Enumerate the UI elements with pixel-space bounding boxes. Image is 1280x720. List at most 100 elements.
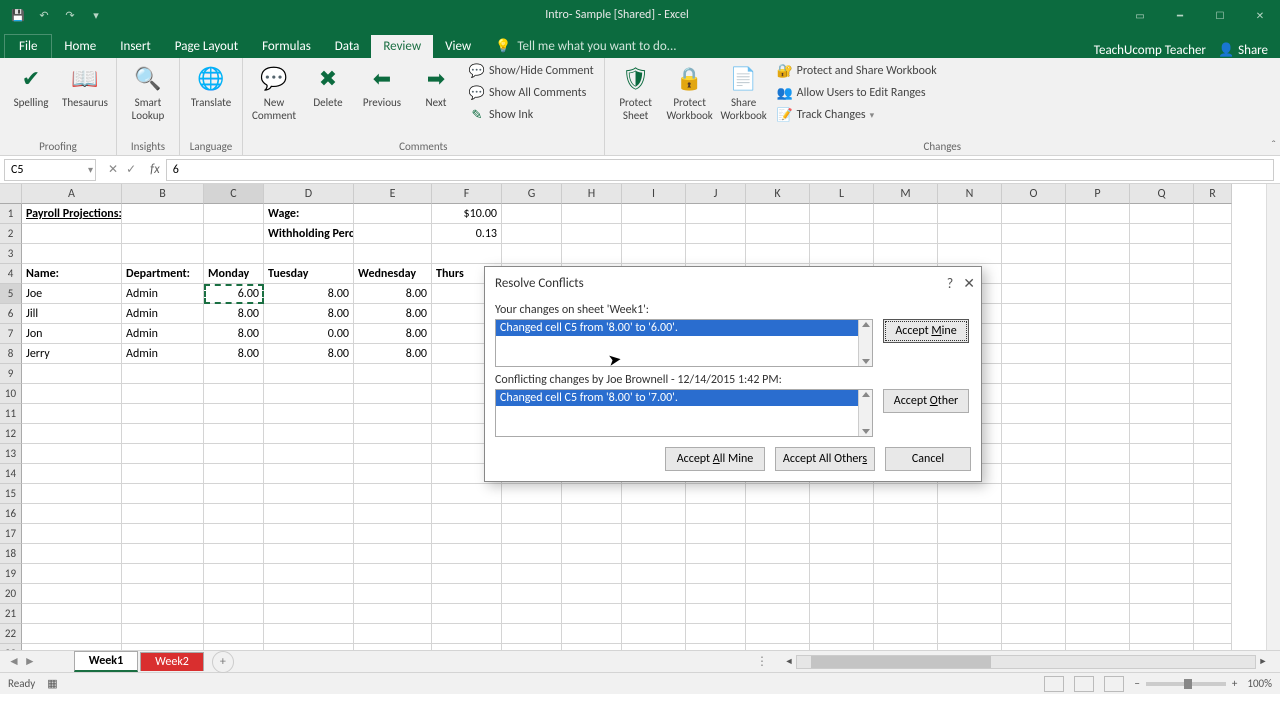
cell-N16[interactable]	[938, 504, 1002, 524]
cell-Q2[interactable]	[1130, 224, 1194, 244]
cell-I15[interactable]	[622, 484, 686, 504]
cell-F21[interactable]	[432, 604, 502, 624]
col-header-K[interactable]: K	[746, 184, 810, 204]
cell-E21[interactable]	[354, 604, 432, 624]
cell-C23[interactable]	[204, 644, 264, 650]
cell-G22[interactable]	[502, 624, 562, 644]
cell-O15[interactable]	[1002, 484, 1066, 504]
dialog-help-icon[interactable]: ?	[947, 275, 954, 292]
cell-A19[interactable]	[22, 564, 122, 584]
chevron-down-icon[interactable]: ▾	[88, 163, 93, 176]
cell-K22[interactable]	[746, 624, 810, 644]
cell-A23[interactable]	[22, 644, 122, 650]
cell-B10[interactable]	[122, 384, 204, 404]
cell-P9[interactable]	[1066, 364, 1130, 384]
cell-C9[interactable]	[204, 364, 264, 384]
cell-D10[interactable]	[264, 384, 354, 404]
cell-M2[interactable]	[874, 224, 938, 244]
cell-C20[interactable]	[204, 584, 264, 604]
cell-P20[interactable]	[1066, 584, 1130, 604]
cell-A11[interactable]	[22, 404, 122, 424]
cell-B19[interactable]	[122, 564, 204, 584]
cell-C10[interactable]	[204, 384, 264, 404]
row-header-4[interactable]: 4	[0, 264, 22, 284]
row-header-22[interactable]: 22	[0, 624, 22, 644]
macro-record-icon[interactable]: ▦	[47, 677, 57, 690]
cell-K3[interactable]	[746, 244, 810, 264]
cell-O9[interactable]	[1002, 364, 1066, 384]
cell-A18[interactable]	[22, 544, 122, 564]
col-header-O[interactable]: O	[1002, 184, 1066, 204]
cell-G17[interactable]	[502, 524, 562, 544]
scroll-right-icon[interactable]: ►	[1256, 655, 1270, 669]
cell-Q3[interactable]	[1130, 244, 1194, 264]
cell-L17[interactable]	[810, 524, 874, 544]
share-workbook-button[interactable]: 📄Share Workbook	[719, 60, 769, 124]
cell-I23[interactable]	[622, 644, 686, 650]
cell-K15[interactable]	[746, 484, 810, 504]
cell-A6[interactable]: Jill	[22, 304, 122, 324]
cell-L19[interactable]	[810, 564, 874, 584]
cell-Q5[interactable]	[1130, 284, 1194, 304]
cell-O23[interactable]	[1002, 644, 1066, 650]
tab-home[interactable]: Home	[52, 35, 108, 58]
zoom-in-icon[interactable]: +	[1232, 677, 1237, 690]
cell-J16[interactable]	[686, 504, 746, 524]
cell-R1[interactable]	[1194, 204, 1232, 224]
cell-D5[interactable]: 8.00	[264, 284, 354, 304]
cell-C14[interactable]	[204, 464, 264, 484]
your-change-item[interactable]: Changed cell C5 from '8.00' to '6.00'.	[496, 320, 872, 336]
cell-P11[interactable]	[1066, 404, 1130, 424]
cell-O10[interactable]	[1002, 384, 1066, 404]
cell-R3[interactable]	[1194, 244, 1232, 264]
accept-other-button[interactable]: Accept Other	[883, 389, 969, 413]
cell-D2[interactable]: Withholding Percentage:	[264, 224, 354, 244]
cell-I20[interactable]	[622, 584, 686, 604]
row-header-1[interactable]: 1	[0, 204, 22, 224]
cell-O19[interactable]	[1002, 564, 1066, 584]
cell-E4[interactable]: Wednesday	[354, 264, 432, 284]
cell-Q1[interactable]	[1130, 204, 1194, 224]
cell-R13[interactable]	[1194, 444, 1232, 464]
delete-comment-button[interactable]: ✖Delete	[303, 60, 353, 111]
cell-I17[interactable]	[622, 524, 686, 544]
show-hide-comment-button[interactable]: 💬Show/Hide Comment	[465, 60, 598, 82]
cell-B4[interactable]: Department:	[122, 264, 204, 284]
cell-Q6[interactable]	[1130, 304, 1194, 324]
cell-I19[interactable]	[622, 564, 686, 584]
cell-P7[interactable]	[1066, 324, 1130, 344]
cell-F17[interactable]	[432, 524, 502, 544]
cell-B14[interactable]	[122, 464, 204, 484]
cell-P5[interactable]	[1066, 284, 1130, 304]
cell-M17[interactable]	[874, 524, 938, 544]
cell-Q22[interactable]	[1130, 624, 1194, 644]
cell-J18[interactable]	[686, 544, 746, 564]
cell-H19[interactable]	[562, 564, 622, 584]
cell-K19[interactable]	[746, 564, 810, 584]
sheet-tab-week1[interactable]: Week1	[74, 651, 138, 672]
cell-E17[interactable]	[354, 524, 432, 544]
add-sheet-button[interactable]: +	[212, 651, 234, 673]
cell-N23[interactable]	[938, 644, 1002, 650]
cell-P3[interactable]	[1066, 244, 1130, 264]
cell-N20[interactable]	[938, 584, 1002, 604]
cell-A13[interactable]	[22, 444, 122, 464]
tab-data[interactable]: Data	[323, 35, 372, 58]
cell-O1[interactable]	[1002, 204, 1066, 224]
cell-K2[interactable]	[746, 224, 810, 244]
cell-C15[interactable]	[204, 484, 264, 504]
cell-D14[interactable]	[264, 464, 354, 484]
cell-D9[interactable]	[264, 364, 354, 384]
cell-P10[interactable]	[1066, 384, 1130, 404]
row-header-12[interactable]: 12	[0, 424, 22, 444]
view-page-break-icon[interactable]	[1104, 676, 1124, 692]
cell-A17[interactable]	[22, 524, 122, 544]
cell-L23[interactable]	[810, 644, 874, 650]
cell-O16[interactable]	[1002, 504, 1066, 524]
cell-O4[interactable]	[1002, 264, 1066, 284]
cell-D3[interactable]	[264, 244, 354, 264]
cell-L22[interactable]	[810, 624, 874, 644]
tab-review[interactable]: Review	[371, 35, 433, 58]
cell-O5[interactable]	[1002, 284, 1066, 304]
cell-I3[interactable]	[622, 244, 686, 264]
